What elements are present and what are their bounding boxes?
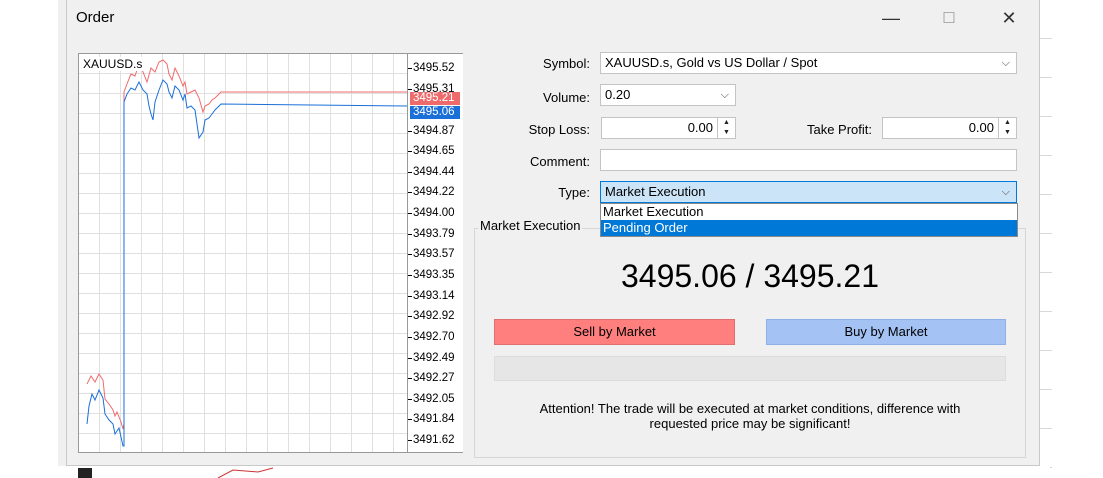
price-tick: 3491.84 xyxy=(408,413,455,425)
attention-line-1: Attention! The trade will be executed at… xyxy=(539,401,961,416)
attention-text: Attention! The trade will be executed at… xyxy=(494,401,1006,431)
volume-label: Volume: xyxy=(543,90,590,105)
stoploss-value: 0.00 xyxy=(687,120,713,135)
close-icon[interactable]: ✕ xyxy=(986,4,1032,32)
price-tick: 3493.14 xyxy=(408,290,455,302)
spin-up-icon[interactable]: ▲ xyxy=(999,118,1016,128)
chevron-down-icon: ⌵ xyxy=(1001,57,1010,69)
takeprofit-stepper[interactable]: 0.00 ▲ ▼ xyxy=(882,117,1017,139)
buy-by-market-button[interactable]: Buy by Market xyxy=(766,319,1006,345)
price-tick: 3493.57 xyxy=(408,248,455,260)
sell-by-market-button[interactable]: Sell by Market xyxy=(494,319,735,345)
bid-ask-prices: 3495.06 / 3495.21 xyxy=(620,258,879,294)
tick-chart: XAUUSD.s xyxy=(78,53,408,453)
bid-price-tag: 3495.06 xyxy=(410,106,460,119)
price-tick: 3492.49 xyxy=(408,352,455,364)
execution-group-label: Market Execution xyxy=(478,218,583,233)
attention-line-2: requested price may be significant! xyxy=(649,416,851,431)
price-tick: 3492.05 xyxy=(408,393,455,405)
takeprofit-label: Take Profit: xyxy=(806,122,872,137)
symbol-label: Symbol: xyxy=(543,56,590,71)
type-option-pending-order[interactable]: Pending Order xyxy=(601,220,1017,236)
price-tick: 3491.40 xyxy=(413,451,455,452)
tick-chart-lines xyxy=(86,59,407,447)
stoploss-label: Stop Loss: xyxy=(528,122,590,137)
price-tick: 3495.52 xyxy=(408,62,455,74)
ask-line xyxy=(86,59,407,430)
comment-label: Comment: xyxy=(530,154,590,169)
type-value: Market Execution xyxy=(605,184,706,199)
volume-value: 0.20 xyxy=(605,87,631,102)
background-strip xyxy=(58,466,1050,478)
bid-line xyxy=(86,79,407,447)
price-tick: 3494.44 xyxy=(408,166,455,178)
chevron-down-icon: ⌵ xyxy=(720,89,729,101)
price-tick: 3492.70 xyxy=(408,331,455,343)
takeprofit-value: 0.00 xyxy=(968,120,994,135)
price-tick: 3493.35 xyxy=(408,269,455,281)
minimize-icon[interactable]: — xyxy=(868,4,914,32)
comment-input[interactable] xyxy=(600,149,1017,171)
ask-price-tag: 3495.21 xyxy=(410,92,460,105)
price-tick: 3494.65 xyxy=(408,145,455,157)
price-tick: 3492.92 xyxy=(408,310,455,322)
spin-down-icon[interactable]: ▼ xyxy=(718,128,735,138)
type-option-market-execution[interactable]: Market Execution xyxy=(601,204,1017,220)
spin-up-icon[interactable]: ▲ xyxy=(718,118,735,128)
background-chart-grid xyxy=(1040,0,1052,478)
symbol-value: XAUUSD.s, Gold vs US Dollar / Spot xyxy=(605,55,818,70)
price-tick: 3492.27 xyxy=(408,372,455,384)
type-dropdown-list: Market Execution Pending Order xyxy=(600,203,1018,237)
price-tick: 3491.62 xyxy=(408,434,455,446)
maximize-icon[interactable]: ☐ xyxy=(926,4,972,32)
takeprofit-spin[interactable]: ▲ ▼ xyxy=(998,118,1016,138)
stoploss-stepper[interactable]: 0.00 ▲ ▼ xyxy=(601,117,736,139)
type-select[interactable]: Market Execution ⌵ xyxy=(600,181,1017,203)
volume-combo[interactable]: 0.20 ⌵ xyxy=(600,84,736,106)
price-tick: 3494.87 xyxy=(408,125,455,137)
chart-symbol-label: XAUUSD.s xyxy=(82,57,144,71)
price-tick: 3494.00 xyxy=(408,207,455,219)
price-axis: 3495.52 3495.31 3494.87 3494.65 3494.44 3494.… xyxy=(408,53,463,453)
spin-down-icon[interactable]: ▼ xyxy=(999,128,1016,138)
chevron-down-icon: ⌵ xyxy=(1001,186,1010,198)
window-title: Order xyxy=(76,9,115,26)
type-label: Type: xyxy=(558,185,590,200)
price-tick: 3493.79 xyxy=(408,228,455,240)
execution-status-bar xyxy=(494,356,1006,381)
price-tick: 3494.22 xyxy=(408,186,455,198)
symbol-select[interactable]: XAUUSD.s, Gold vs US Dollar / Spot ⌵ xyxy=(600,52,1017,74)
stoploss-spin[interactable]: ▲ ▼ xyxy=(717,118,735,138)
